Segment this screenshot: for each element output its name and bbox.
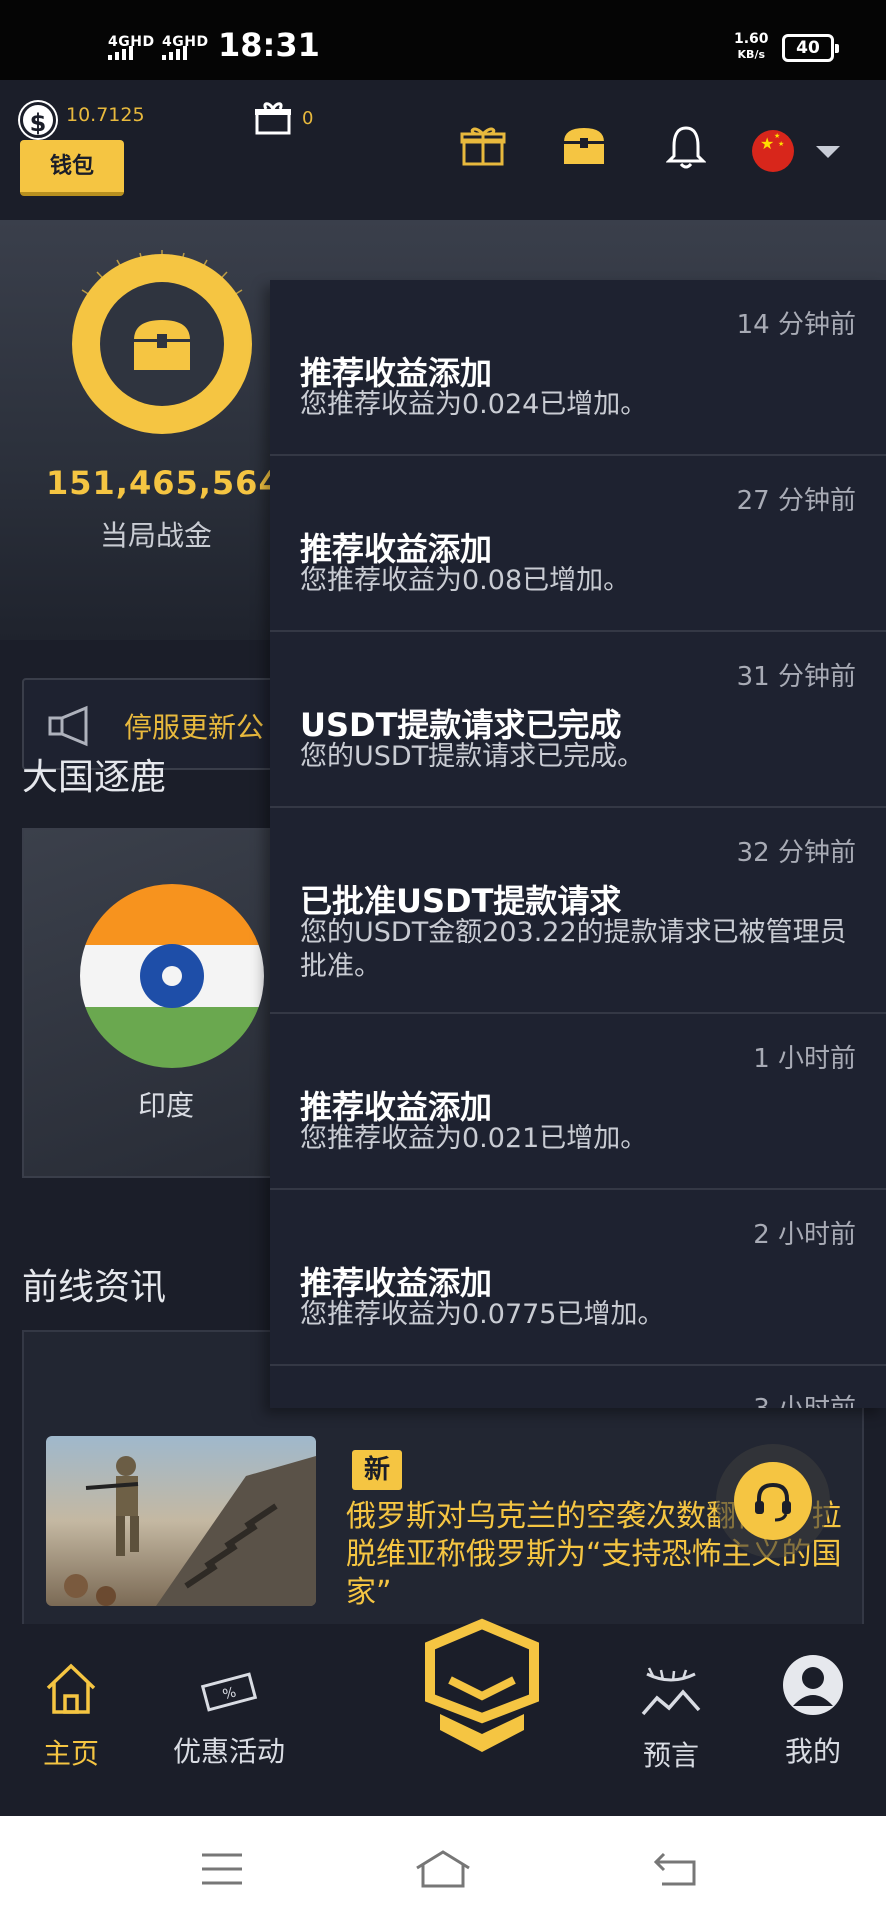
customer-support-button[interactable] bbox=[716, 1444, 830, 1558]
home-button-icon[interactable] bbox=[414, 1848, 472, 1890]
profile-avatar-icon bbox=[783, 1655, 843, 1715]
china-flag-icon[interactable]: ★ ★ ★ bbox=[752, 130, 794, 172]
notification-item[interactable]: 2 小时前 推荐收益添加 您推荐收益为0.0775已增加。 bbox=[270, 1190, 886, 1366]
home-icon bbox=[46, 1663, 96, 1714]
gift-box-icon[interactable] bbox=[254, 102, 292, 136]
nav-mine[interactable]: 我的 bbox=[780, 1654, 846, 1770]
gift-count: 0 bbox=[302, 108, 314, 129]
nav-mine-label: 我的 bbox=[784, 1735, 841, 1768]
language-dropdown-icon[interactable] bbox=[816, 146, 840, 158]
gift-icon[interactable] bbox=[460, 124, 506, 166]
network-speed: 1.60 KB/s bbox=[734, 31, 769, 62]
prize-amount-label: 当局战金 bbox=[100, 519, 213, 552]
treasure-chest-icon bbox=[134, 320, 190, 370]
section-title-news: 前线资讯 bbox=[22, 1267, 167, 1308]
nav-home[interactable]: 主页 bbox=[28, 1660, 114, 1772]
notification-dropdown: 14 分钟前 推荐收益添加 您推荐收益为0.024已增加。 27 分钟前 推荐收… bbox=[270, 280, 886, 1408]
notification-body: 您推荐收益为0.08已增加。 bbox=[300, 565, 631, 596]
svg-text:%: % bbox=[221, 1684, 238, 1703]
notification-item[interactable]: 3 小时前 bbox=[270, 1366, 886, 1408]
app-screen: $ 10.7125 钱包 0 ★ ★ ★ 151,465,564 当局战金 停服… bbox=[0, 80, 886, 1816]
prophecy-eye-icon bbox=[641, 1667, 701, 1716]
signal-icon bbox=[162, 46, 187, 60]
center-shield-logo[interactable] bbox=[420, 1618, 544, 1778]
notification-time: 14 分钟前 bbox=[736, 310, 856, 340]
notification-body: 您推荐收益为0.0775已增加。 bbox=[300, 1299, 665, 1330]
clock: 18:31 bbox=[218, 26, 320, 64]
notification-item[interactable]: 14 分钟前 推荐收益添加 您推荐收益为0.024已增加。 bbox=[270, 280, 886, 456]
bottom-navigation: 主页 % 优惠活动 预言 我的 bbox=[0, 1618, 886, 1816]
status-bar: 4GHD 4GHD 18:31 1.60 KB/s 40 bbox=[0, 0, 886, 80]
nav-prophecy-label: 预言 bbox=[642, 1739, 699, 1772]
notification-time: 32 分钟前 bbox=[736, 838, 856, 868]
notification-time: 3 小时前 bbox=[753, 1388, 856, 1408]
signal-icon bbox=[108, 46, 133, 60]
announcement-text: 停服更新公 bbox=[124, 711, 265, 744]
new-badge: 新 bbox=[352, 1450, 402, 1490]
notification-body: 您推荐收益为0.021已增加。 bbox=[300, 1123, 648, 1154]
news-thumbnail[interactable] bbox=[46, 1436, 316, 1606]
notification-time: 27 分钟前 bbox=[736, 486, 856, 516]
back-icon[interactable] bbox=[652, 1850, 698, 1888]
headset-icon bbox=[755, 1482, 791, 1522]
notification-time: 1 小时前 bbox=[753, 1044, 856, 1074]
notification-item[interactable]: 32 分钟前 已批准USDT提款请求 您的USDT金额203.22的提款请求已被… bbox=[270, 808, 886, 1014]
india-flag-icon bbox=[80, 884, 264, 1068]
notification-body: 您的USDT提款请求已完成。 bbox=[300, 741, 645, 772]
prize-amount: 151,465,564 bbox=[46, 464, 282, 502]
nav-promo[interactable]: % 优惠活动 bbox=[164, 1668, 294, 1770]
nav-home-label: 主页 bbox=[42, 1737, 99, 1770]
notification-item[interactable]: 27 分钟前 推荐收益添加 您推荐收益为0.08已增加。 bbox=[270, 456, 886, 632]
nav-promo-label: 优惠活动 bbox=[172, 1735, 285, 1768]
menu-icon[interactable] bbox=[200, 1852, 244, 1886]
app-header: $ 10.7125 钱包 0 ★ ★ ★ bbox=[0, 80, 886, 220]
battery-icon: 40 bbox=[782, 34, 839, 62]
treasure-chest-icon[interactable] bbox=[560, 124, 608, 168]
notification-item[interactable]: 31 分钟前 USDT提款请求已完成 您的USDT提款请求已完成。 bbox=[270, 632, 886, 808]
section-title-powers: 大国逐鹿 bbox=[22, 757, 167, 798]
soldier-image bbox=[64, 1456, 316, 1606]
notification-time: 31 分钟前 bbox=[736, 662, 856, 692]
dollar-coin-icon: $ bbox=[20, 102, 56, 138]
notification-body: 您推荐收益为0.024已增加。 bbox=[300, 389, 648, 420]
coupon-icon: % bbox=[200, 1672, 258, 1712]
notification-item[interactable]: 1 小时前 推荐收益添加 您推荐收益为0.021已增加。 bbox=[270, 1014, 886, 1190]
balance-value: 10.7125 bbox=[66, 104, 145, 126]
notification-time: 2 小时前 bbox=[753, 1220, 856, 1250]
nav-prophecy[interactable]: 预言 bbox=[636, 1664, 706, 1774]
wallet-button[interactable]: 钱包 bbox=[20, 140, 124, 196]
bell-icon[interactable] bbox=[666, 124, 706, 170]
megaphone-icon bbox=[48, 705, 88, 747]
system-navigation-bar bbox=[0, 1816, 886, 1920]
notification-body: 您的USDT金额203.22的提款请求已被管理员批准。 bbox=[300, 917, 847, 982]
country-name: 印度 bbox=[138, 1089, 195, 1122]
